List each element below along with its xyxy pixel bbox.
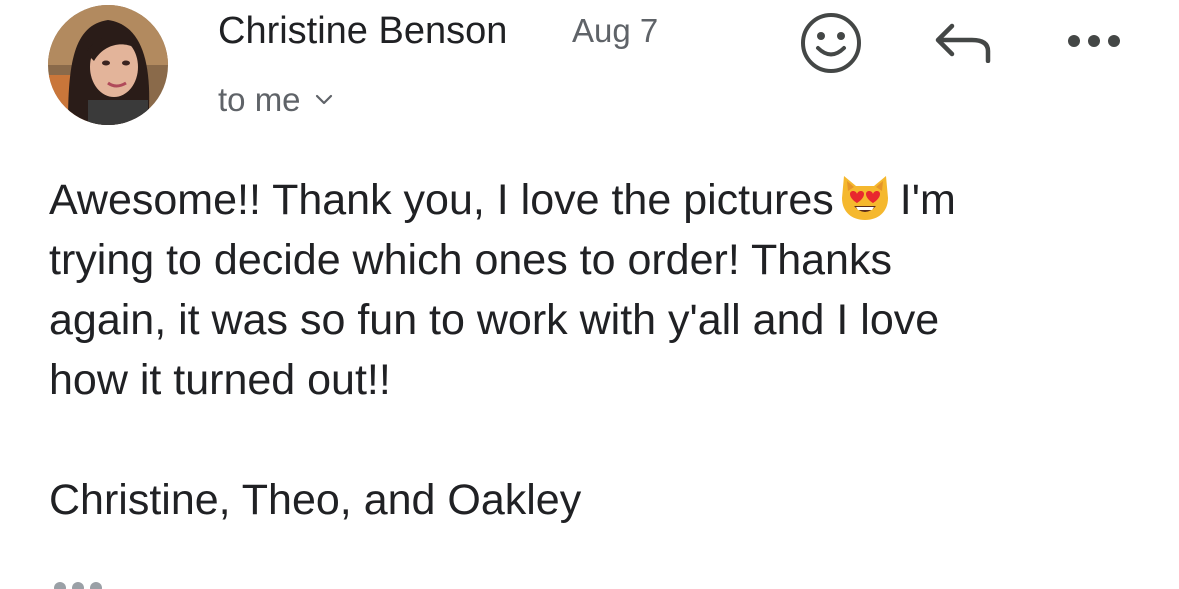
show-trimmed-content-button[interactable] xyxy=(52,576,104,589)
more-horizontal-icon xyxy=(1068,35,1120,47)
add-reaction-button[interactable] xyxy=(799,11,863,75)
reply-arrow-icon xyxy=(935,23,991,63)
avatar-photo xyxy=(48,5,168,125)
chevron-down-icon xyxy=(315,94,332,105)
recipients-toggle[interactable]: to me xyxy=(218,80,333,120)
body-line: trying to decide which ones to order! Th… xyxy=(49,236,892,284)
body-line: Awesome!! Thank you, I love the pictures… xyxy=(49,170,1149,230)
reply-button[interactable] xyxy=(930,18,996,66)
sender-name: Christine Benson xyxy=(218,10,508,52)
body-line: how it turned out!! xyxy=(49,356,391,404)
smiley-icon xyxy=(801,13,861,73)
recipients-label: to me xyxy=(218,81,301,118)
email-message-view: Christine Benson Aug 7 to me Awesome!! T… xyxy=(0,0,1179,589)
smiling-cat-heart-eyes-emoji xyxy=(841,176,888,220)
more-options-button[interactable] xyxy=(1064,26,1124,56)
signature: Christine, Theo, and Oakley xyxy=(49,476,582,524)
sender-avatar[interactable] xyxy=(48,5,168,125)
body-text: I'm xyxy=(899,176,956,224)
body-text: Awesome!! Thank you, I love the pictures xyxy=(49,176,834,224)
message-body: Awesome!! Thank you, I love the pictures… xyxy=(49,170,1149,530)
more-horizontal-icon xyxy=(54,582,102,589)
body-line: again, it was so fun to work with y'all … xyxy=(49,296,940,344)
message-date: Aug 7 xyxy=(572,12,659,49)
